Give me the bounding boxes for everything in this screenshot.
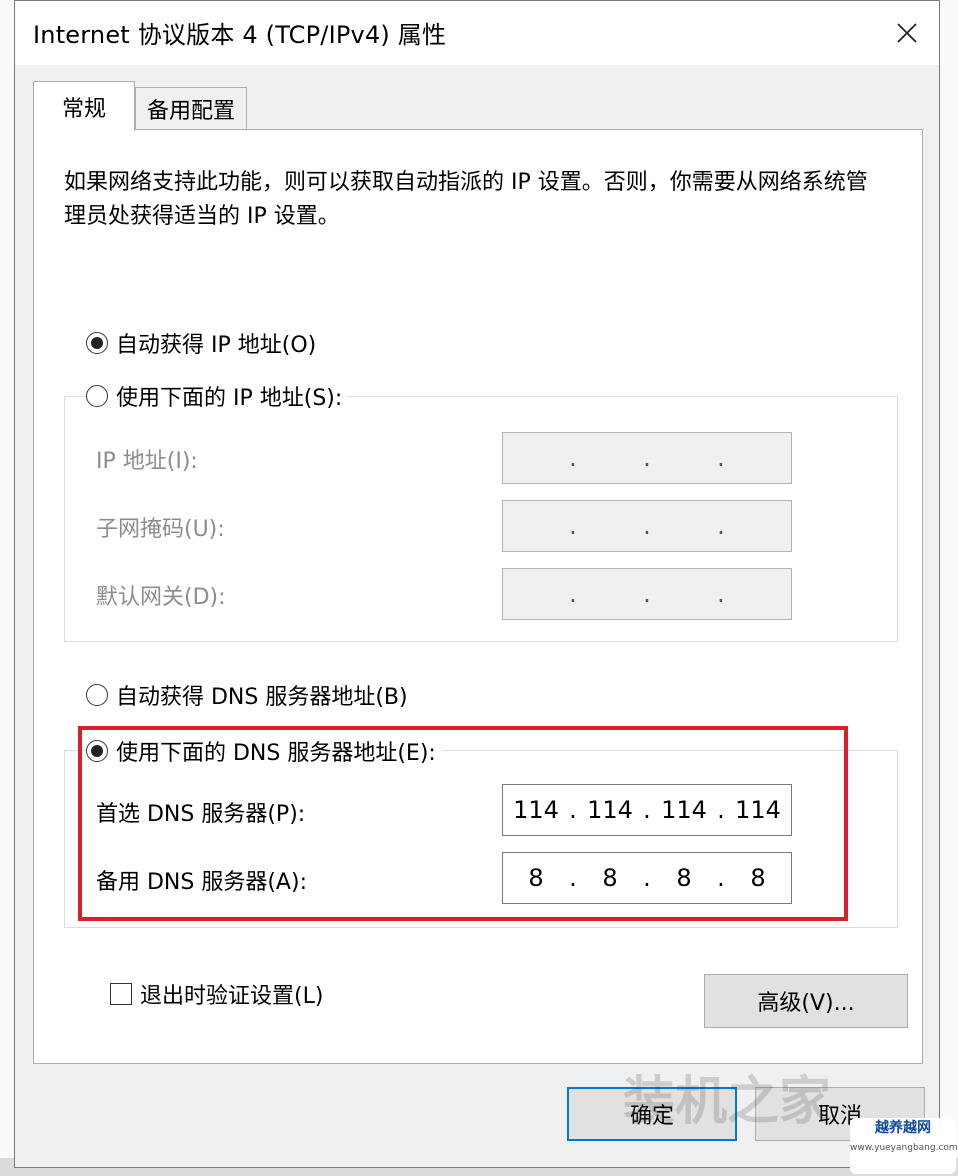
radio-auto-ip-label: 自动获得 IP 地址(O): [116, 333, 317, 358]
radio-auto-dns-circle[interactable]: [86, 684, 108, 706]
radio-manual-ip-label: 使用下面的 IP 地址(S):: [116, 386, 343, 411]
radio-auto-dns-label: 自动获得 DNS 服务器地址(B): [116, 685, 408, 710]
close-button[interactable]: [875, 1, 939, 65]
default-gateway-label: 默认网关(D):: [96, 585, 226, 610]
default-gateway-input: . . .: [502, 568, 792, 620]
preferred-dns-input[interactable]: 114. 114. 114. 114: [502, 784, 792, 836]
close-icon: [897, 23, 917, 43]
general-tab-panel: 如果网络支持此功能，则可以获取自动指派的 IP 设置。否则，你需要从网络系统管理…: [33, 129, 923, 1064]
description-text: 如果网络支持此功能，则可以获取自动指派的 IP 设置。否则，你需要从网络系统管理…: [64, 170, 868, 229]
title-bar: Internet 协议版本 4 (TCP/IPv4) 属性: [15, 1, 939, 65]
radio-selected-dot: [91, 745, 103, 757]
radio-manual-dns-label: 使用下面的 DNS 服务器地址(E):: [116, 741, 436, 766]
advanced-button[interactable]: 高级(V)...: [704, 974, 908, 1028]
ip-address-label: IP 地址(I):: [96, 449, 198, 474]
tcpip-properties-dialog: Internet 协议版本 4 (TCP/IPv4) 属性 常规 备用配置 如果…: [14, 0, 940, 1168]
subnet-mask-input: . . .: [502, 500, 792, 552]
radio-auto-ip[interactable]: 自动获得 IP 地址(O): [86, 327, 323, 359]
subnet-mask-label: 子网掩码(U):: [96, 517, 225, 542]
radio-auto-dns[interactable]: 自动获得 DNS 服务器地址(B): [86, 679, 414, 711]
alternate-dns-label: 备用 DNS 服务器(A):: [96, 870, 307, 895]
checkbox-box[interactable]: [110, 983, 132, 1005]
radio-manual-dns[interactable]: 使用下面的 DNS 服务器地址(E):: [86, 735, 442, 767]
radio-selected-dot: [91, 337, 103, 349]
background-window-right: [939, 0, 958, 1176]
radio-manual-dns-circle[interactable]: [86, 740, 108, 762]
tab-alternate-configuration[interactable]: 备用配置: [135, 87, 247, 129]
window-title: Internet 协议版本 4 (TCP/IPv4) 属性: [33, 21, 447, 49]
tab-general[interactable]: 常规: [33, 81, 135, 131]
logo-badge-title: 越养越网: [875, 1120, 931, 1136]
radio-manual-ip[interactable]: 使用下面的 IP 地址(S):: [86, 380, 349, 412]
tab-general-label: 常规: [61, 96, 106, 122]
site-logo-badge: 越养越网 www.yueyangbang.com: [850, 1118, 958, 1174]
tab-alternate-label: 备用配置: [146, 98, 235, 124]
radio-auto-ip-circle[interactable]: [86, 332, 108, 354]
validate-on-exit-label: 退出时验证设置(L): [140, 984, 324, 1009]
ip-address-input: . . .: [502, 432, 792, 484]
alternate-dns-input[interactable]: 8. 8. 8. 8: [502, 852, 792, 904]
ok-button[interactable]: 确定: [567, 1087, 737, 1141]
radio-manual-ip-circle[interactable]: [86, 385, 108, 407]
validate-on-exit-checkbox[interactable]: 退出时验证设置(L): [110, 978, 323, 1010]
logo-badge-url: www.yueyangbang.com: [850, 1143, 958, 1153]
preferred-dns-label: 首选 DNS 服务器(P):: [96, 802, 306, 827]
